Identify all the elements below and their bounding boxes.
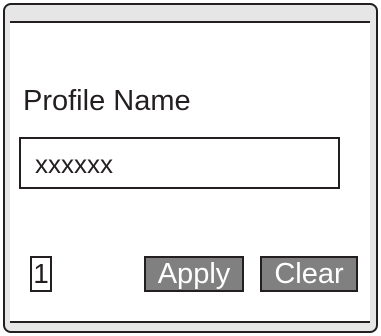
profile-name-value: xxxxxx [35,149,113,179]
page-number-indicator: 1 [30,256,52,292]
clear-button[interactable]: Clear [260,256,358,292]
apply-button[interactable]: Apply [144,256,244,292]
page-title: Profile Name [23,85,191,117]
profile-name-field[interactable]: xxxxxx [19,137,340,189]
